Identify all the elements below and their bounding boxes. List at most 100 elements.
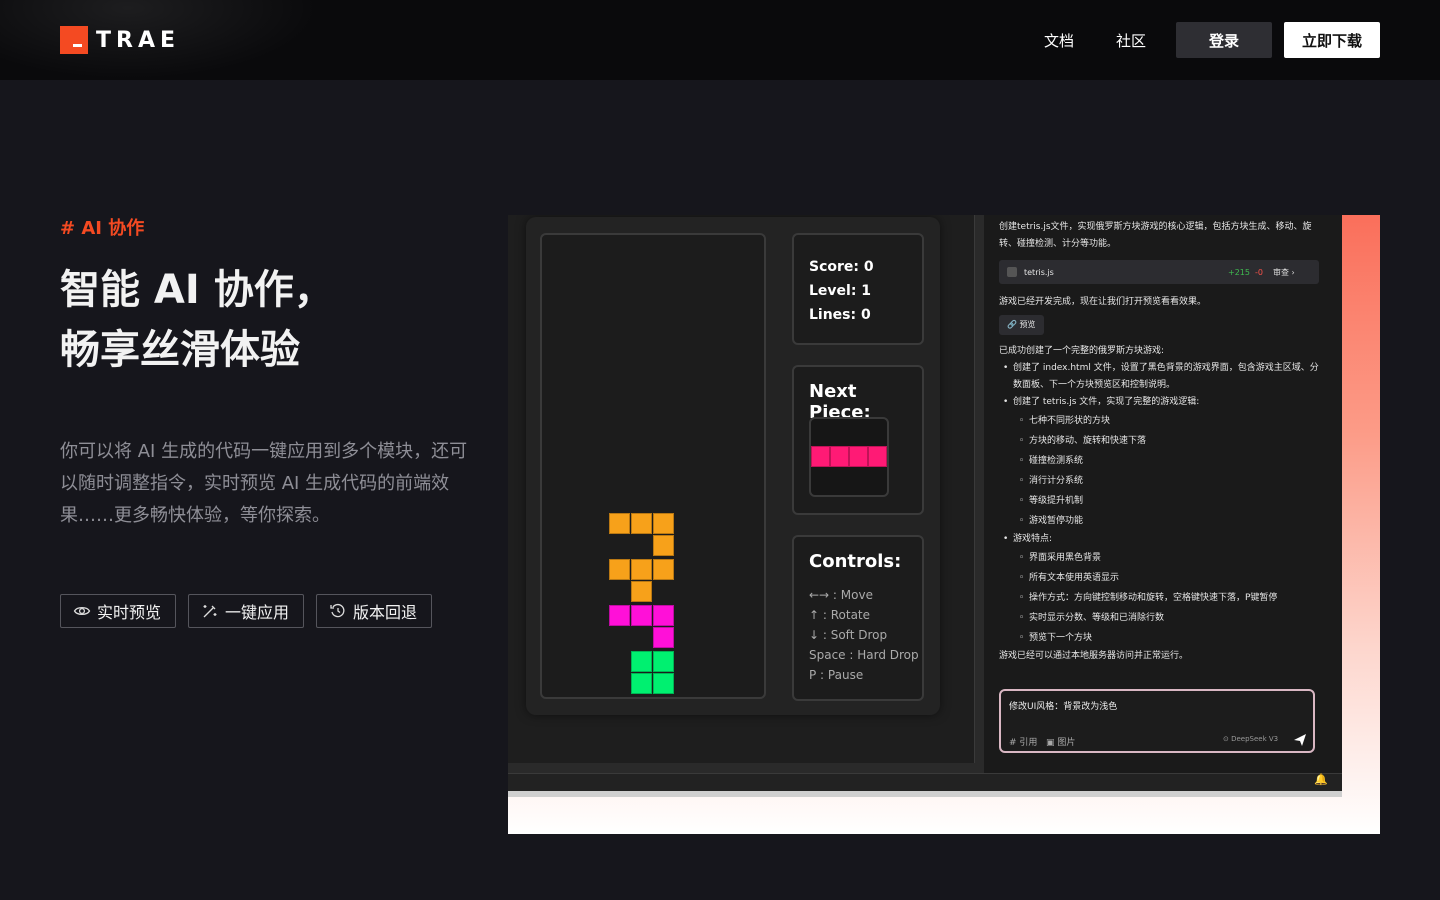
summary-subitem: 预览下一个方块	[999, 628, 1319, 648]
chat-intro: 创建tetris.js文件，实现俄罗斯方块游戏的核心逻辑，包括方块生成、移动、旋…	[999, 222, 1312, 249]
summary-item: 游戏特点:	[999, 531, 1319, 548]
summary-subitem: 界面采用黑色背景	[999, 548, 1319, 568]
block-orange	[653, 513, 674, 534]
login-button[interactable]: 登录	[1176, 22, 1272, 58]
block-magenta	[653, 627, 674, 648]
chat-input-text[interactable]: 修改UI风格：背景改为浅色	[1009, 699, 1117, 712]
product-screenshot: Score: 0 Level: 1 Lines: 0 Next Piece: C…	[508, 215, 1380, 834]
dev-done-text: 游戏已经开发完成，现在让我们打开预览看看效果。	[999, 297, 1207, 307]
game-preview-pane: Score: 0 Level: 1 Lines: 0 Next Piece: C…	[508, 215, 975, 763]
one-click-apply-label: 一键应用	[225, 603, 290, 622]
tetris-game: Score: 0 Level: 1 Lines: 0 Next Piece: C…	[526, 217, 940, 715]
review-button[interactable]: 审查 ›	[1273, 264, 1295, 281]
chat-input-box[interactable]: 修改UI风格：背景改为浅色 # 引用 ▣ 图片 ⊙ DeepSeek V3	[999, 689, 1315, 753]
block-green	[653, 673, 674, 694]
block-magenta	[609, 605, 630, 626]
model-selector[interactable]: ⊙ DeepSeek V3	[1223, 735, 1278, 743]
file-name: tetris.js	[1024, 268, 1054, 277]
nav-docs-link[interactable]: 文档	[1044, 30, 1074, 51]
score-panel: Score: 0 Level: 1 Lines: 0	[792, 233, 924, 345]
eye-icon	[73, 606, 91, 616]
next-piece-preview	[809, 417, 889, 497]
controls-panel: Controls: ←→ : Move ↑ : Rotate ↓ : Soft …	[792, 535, 924, 701]
next-piece-panel: Next Piece:	[792, 365, 924, 515]
control-soft-drop: ↓ : Soft Drop	[809, 628, 888, 642]
logo-text: TRAE	[96, 27, 181, 53]
model-name: DeepSeek V3	[1231, 735, 1279, 743]
summary-subitem: 七种不同形状的方块	[999, 411, 1319, 431]
preview-label: 预览	[1019, 320, 1036, 329]
link-icon: 🔗	[1007, 320, 1020, 329]
logo-mark-icon	[60, 26, 88, 54]
block-orange	[609, 559, 630, 580]
block-magenta	[653, 605, 674, 626]
next-block-pink	[811, 446, 830, 467]
send-icon[interactable]	[1293, 733, 1307, 747]
lines-text: Lines: 0	[809, 307, 871, 323]
headline-line-1: 智能 AI 协作，	[60, 267, 334, 313]
bell-icon[interactable]: 🔔	[1314, 773, 1328, 786]
next-block-pink	[849, 446, 868, 467]
summary-item: 创建了 index.html 文件，设置了黑色背景的游戏界面，包含游戏主区域、分…	[999, 360, 1319, 394]
ide-window: Score: 0 Level: 1 Lines: 0 Next Piece: C…	[508, 215, 1342, 795]
image-icon: ▣	[1046, 738, 1055, 748]
summary-subitem: 实时显示分数、等级和已消除行数	[999, 608, 1319, 628]
summary-subitem: 方块的移动、旋转和快速下落	[999, 431, 1319, 451]
preview-button[interactable]: 🔗 预览	[999, 315, 1044, 335]
controls-list: ←→ : Move ↑ : Rotate ↓ : Soft Drop Space…	[809, 585, 919, 685]
level-text: Level: 1	[809, 283, 872, 299]
summary-subitem: 碰撞检测系统	[999, 451, 1319, 471]
summary-item: 创建了 tetris.js 文件，实现了完整的游戏逻辑:	[999, 394, 1319, 411]
window-shadow	[508, 791, 1342, 797]
live-preview-label: 实时预览	[97, 603, 162, 622]
summary-subitem: 消行计分系统	[999, 471, 1319, 491]
image-button[interactable]: 图片	[1057, 738, 1075, 748]
diff-removed: -0	[1255, 268, 1263, 277]
headline-line-2: 畅享丝滑体验	[60, 327, 300, 373]
input-toolbar: # 引用 ▣ 图片	[1009, 735, 1075, 748]
nav-community-link[interactable]: 社区	[1116, 30, 1146, 51]
chevron-right-icon: ›	[1291, 268, 1295, 277]
hero-headline: 智能 AI 协作， 畅享丝滑体验	[60, 260, 334, 380]
trae-logo[interactable]: TRAE	[60, 26, 180, 54]
summary-subitem: 所有文本使用英语显示	[999, 568, 1319, 588]
summary-text: 已成功创建了一个完整的俄罗斯方块游戏:	[999, 346, 1165, 356]
summary-subitem: 等级提升机制	[999, 491, 1319, 511]
summary-subitem: 游戏暂停功能	[999, 511, 1319, 531]
top-nav-bar: TRAE 文档 社区 登录 立即下载	[0, 0, 1440, 80]
chat-transcript: 创建tetris.js文件，实现俄罗斯方块游戏的核心逻辑，包括方块生成、移动、旋…	[999, 219, 1319, 665]
control-move: ←→ : Move	[809, 588, 873, 602]
one-click-apply-button[interactable]: 一键应用	[188, 594, 305, 628]
block-orange	[609, 513, 630, 534]
hero-description: 你可以将 AI 生成的代码一键应用到多个模块，还可以随时调整指令，实时预览 AI…	[60, 441, 468, 526]
control-hard-drop: Space : Hard Drop	[809, 648, 919, 662]
section-tag: # AI 协作	[60, 218, 145, 239]
live-preview-button[interactable]: 实时预览	[60, 594, 177, 628]
file-icon	[1007, 267, 1017, 277]
block-orange	[653, 535, 674, 556]
controls-title: Controls:	[809, 551, 902, 572]
next-block-pink	[830, 446, 849, 467]
diff-added: +215	[1228, 268, 1250, 277]
version-rollback-button[interactable]: 版本回退	[316, 594, 433, 628]
summary-subitem: 操作方式：方向键控制移动和旋转，空格键快速下落，P键暂停	[999, 588, 1319, 608]
game-board	[540, 233, 766, 699]
file-change-chip[interactable]: tetris.js +215 -0 审查 ›	[999, 260, 1319, 284]
block-orange	[631, 513, 652, 534]
block-green	[653, 651, 674, 672]
block-green	[631, 673, 652, 694]
block-orange	[653, 559, 674, 580]
version-rollback-label: 版本回退	[353, 603, 418, 622]
block-green	[631, 651, 652, 672]
score-text: Score: 0	[809, 259, 874, 275]
block-orange	[631, 559, 652, 580]
status-bar	[508, 773, 1342, 792]
feature-buttons: 实时预览 一键应用 版本回退	[60, 594, 444, 628]
control-pause: P : Pause	[809, 668, 864, 682]
model-icon: ⊙	[1223, 735, 1232, 743]
reference-button[interactable]: # 引用	[1009, 738, 1037, 748]
magic-wand-icon	[203, 605, 217, 618]
download-button[interactable]: 立即下载	[1284, 22, 1380, 58]
block-magenta	[631, 605, 652, 626]
control-rotate: ↑ : Rotate	[809, 608, 871, 622]
